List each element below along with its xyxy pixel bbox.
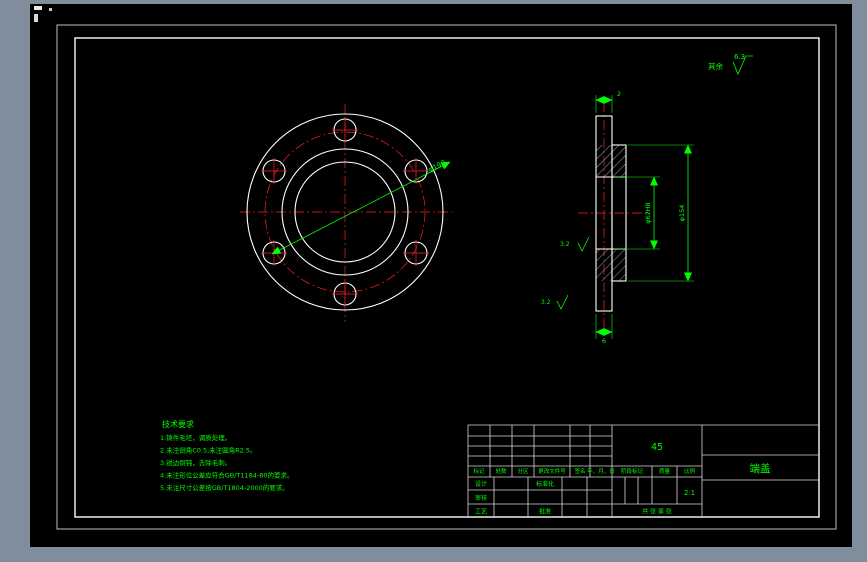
surface-note-value: 6.3 [734,53,745,61]
model-space [30,4,852,547]
label-weight: 质量 [659,467,671,475]
label-standardization: 标准化 [536,480,554,488]
hatch-lower [596,249,626,281]
label-stage-mark: 阶段标记 [621,467,644,475]
tech-req-item: 5.未注尺寸公差按GB/T1804-2000的要求。 [160,483,289,492]
rev-header-mark: 标记 [473,467,485,475]
tech-req-item: 3.锐边倒钝，去除毛刺。 [160,458,231,467]
roughness-bore-value: 3.2 [560,241,570,248]
label-process: 工艺 [475,508,487,516]
rev-header-docno: 更改文件号 [538,467,566,475]
label-approve: 批准 [539,508,551,516]
tech-req-item: 2.未注倒角C0.5,未注圆角R2.5。 [160,446,257,455]
scale-value: 2:1 [684,489,695,497]
bottom-dim-label: 6 [602,337,606,345]
rev-header-count: 处数 [495,467,507,475]
roughness-face-value: 3.2 [541,299,551,306]
top-dim-label: 2 [617,90,621,98]
label-scale: 比例 [684,467,696,475]
label-check: 审核 [475,494,487,502]
hub-dim-label: φ154 [678,205,686,222]
bore-dim-label: φ62H8 [644,202,652,224]
label-sheets: 共 张 第 张 [642,508,672,516]
label-design: 设计 [475,480,487,488]
part-name: 端盖 [750,462,771,475]
cad-viewport: φ190 2 6 φ62H8 φ154 3.2 3.2 其余 6.3 技术要求 … [0,0,867,562]
hatch-upper [596,145,626,177]
material-value: 45 [651,442,663,453]
tech-req-item: 4.未注形位公差应符合GB/T1184-80的要求。 [160,471,294,480]
surface-note-prefix: 其余 [708,61,723,71]
tech-req-item: 1.铸件毛坯，调质处理。 [160,433,231,442]
tech-req-title: 技术要求 [162,419,194,429]
engineering-drawing: φ190 2 6 φ62H8 φ154 3.2 3.2 其余 6.3 技术要求 … [30,4,852,547]
rev-header-sign: 签名 [574,467,585,475]
rev-header-zone: 分区 [517,467,529,475]
rev-header-date: 年、月、日 [587,467,615,475]
